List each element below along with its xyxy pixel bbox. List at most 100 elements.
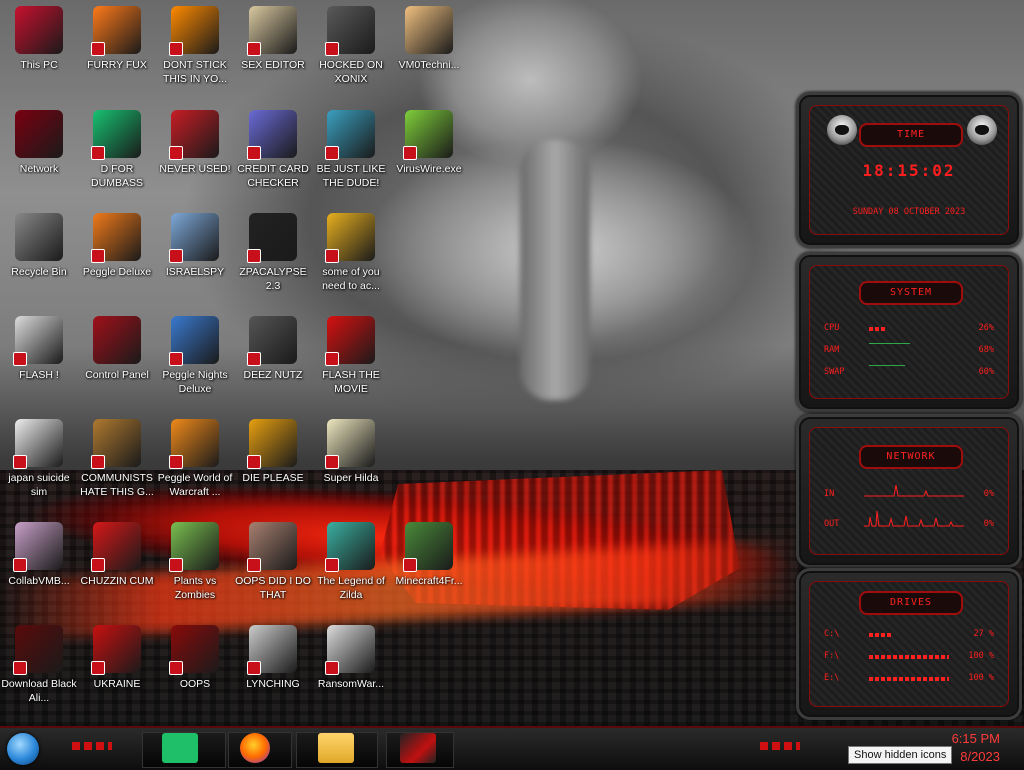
shortcut-badge-icon bbox=[247, 352, 261, 366]
desktop-icon[interactable]: Peggle Deluxe bbox=[78, 207, 156, 307]
desktop-icon[interactable]: CHUZZIN CUM bbox=[78, 516, 156, 616]
taskbar-decoration bbox=[72, 742, 112, 750]
network-in-graph bbox=[864, 484, 964, 497]
radiation-icon bbox=[91, 625, 141, 675]
gadget-network-panel[interactable]: NETWORK IN 0% OUT 0% bbox=[796, 414, 1022, 568]
portrait-icon bbox=[247, 522, 297, 572]
desktop-icon[interactable]: Network bbox=[0, 104, 78, 204]
desktop-icon[interactable]: VirusWire.exe bbox=[390, 104, 468, 204]
desktop-icon[interactable]: SEX EDITOR bbox=[234, 0, 312, 100]
desktop-icon-label: VirusWire.exe bbox=[396, 163, 462, 175]
desktop-icon-label: FLASH ! bbox=[19, 369, 59, 381]
taskbar-decoration bbox=[760, 742, 800, 750]
shortcut-badge-icon bbox=[247, 249, 261, 263]
desktop-icon[interactable]: BE JUST LIKE THE DUDE! bbox=[312, 104, 390, 204]
desktop-icon-label: some of you need to ac... bbox=[322, 266, 380, 292]
system-ram-bar bbox=[869, 343, 910, 344]
skull-icon bbox=[325, 625, 375, 675]
desktop-icon-label: Minecraft4Fr... bbox=[395, 575, 463, 587]
shortcut-badge-icon bbox=[91, 146, 105, 160]
desktop-icon[interactable]: OOPS bbox=[156, 619, 234, 719]
start-button[interactable] bbox=[7, 733, 39, 765]
shortcut-badge-icon bbox=[325, 558, 339, 572]
desktop-icon-label: NEVER USED! bbox=[159, 163, 231, 175]
limewire-icon bbox=[403, 110, 453, 160]
desktop-icon-label: HOCKED ON XONIX bbox=[319, 59, 383, 85]
desktop-icon[interactable]: COMMUNISTS HATE THIS G... bbox=[78, 413, 156, 513]
taskbar-file-explorer-icon[interactable] bbox=[318, 733, 354, 763]
minecraft-block-icon bbox=[403, 522, 453, 572]
desktop-icon[interactable]: Super Hilda bbox=[312, 413, 390, 513]
desktop-icon[interactable]: RansomWar... bbox=[312, 619, 390, 719]
shortcut-badge-icon bbox=[325, 146, 339, 160]
shortcut-badge-icon bbox=[247, 146, 261, 160]
computer-icon bbox=[15, 6, 63, 54]
desktop-icon[interactable]: Recycle Bin bbox=[0, 207, 78, 307]
desktop-icon[interactable]: DONT STICK THIS IN YO... bbox=[156, 0, 234, 100]
desktop-icon-label: The Legend of Zilda bbox=[317, 575, 385, 601]
desktop-icon[interactable]: The Legend of Zilda bbox=[312, 516, 390, 616]
desktop-icon[interactable]: NEVER USED! bbox=[156, 104, 234, 204]
alien-head-icon bbox=[967, 115, 997, 145]
network-in-value: 0% bbox=[983, 489, 994, 499]
drive-row-key: F:\ bbox=[824, 651, 840, 661]
shortcut-badge-icon bbox=[91, 249, 105, 263]
shortcut-badge-icon bbox=[247, 661, 261, 675]
taskbar-chat-app-icon[interactable] bbox=[162, 733, 198, 763]
money-bag-icon bbox=[91, 419, 141, 469]
desktop-icon[interactable]: Control Panel bbox=[78, 310, 156, 410]
desktop-icon[interactable]: Peggle World of Warcraft ... bbox=[156, 413, 234, 513]
desktop-icon[interactable]: UKRAINE bbox=[78, 619, 156, 719]
taskbar-control-panel-icon[interactable] bbox=[400, 733, 436, 763]
gadget-time-panel[interactable]: TIME 18:15:02 SUNDAY 08 OCTOBER 2023 bbox=[796, 92, 1022, 248]
network-spy-icon bbox=[169, 213, 219, 263]
firefox-icon bbox=[91, 6, 141, 56]
desktop-icon[interactable]: Minecraft4Fr... bbox=[390, 516, 468, 616]
recycle-bin-icon bbox=[15, 213, 63, 261]
desktop-icon[interactable]: This PC bbox=[0, 0, 78, 100]
desktop-icon[interactable]: ZPACALYPSE 2.3 bbox=[234, 207, 312, 307]
desktop-icon[interactable]: DEEZ NUTZ bbox=[234, 310, 312, 410]
desktop-icon[interactable]: FLASH THE MOVIE bbox=[312, 310, 390, 410]
shortcut-badge-icon bbox=[169, 558, 183, 572]
stacked-windows-icon bbox=[247, 316, 297, 366]
santa-icon bbox=[325, 110, 375, 160]
shortcut-badge-icon bbox=[247, 42, 261, 56]
desktop-icon[interactable]: FURRY FUX bbox=[78, 0, 156, 100]
shortcut-badge-icon bbox=[13, 558, 27, 572]
taskbar-firefox-icon[interactable] bbox=[240, 733, 270, 763]
desktop-icon-label: Network bbox=[19, 163, 59, 175]
shortcut-badge-icon bbox=[13, 352, 27, 366]
desktop-icon-label: CollabVMB... bbox=[8, 575, 70, 587]
desktop-icon[interactable]: HOCKED ON XONIX bbox=[312, 0, 390, 100]
desktop-icon-label: LYNCHING bbox=[246, 678, 300, 690]
desktop-icon[interactable]: CollabVMB... bbox=[0, 516, 78, 616]
desktop-icon-label: CREDIT CARD CHECKER bbox=[237, 163, 309, 189]
pixel-character-icon bbox=[325, 419, 375, 469]
desktop-icon[interactable]: Plants vs Zombies bbox=[156, 516, 234, 616]
desktop-icon[interactable]: Peggle Nights Deluxe bbox=[156, 310, 234, 410]
desktop-icon[interactable]: some of you need to ac... bbox=[312, 207, 390, 307]
shortcut-badge-icon bbox=[91, 42, 105, 56]
drive-row-key: E:\ bbox=[824, 673, 840, 683]
system-row-value: 26% bbox=[978, 323, 994, 333]
xonix-game-icon bbox=[325, 6, 375, 56]
desktop-icon[interactable]: FLASH ! bbox=[0, 310, 78, 410]
desktop-icon-label: UKRAINE bbox=[93, 678, 141, 690]
desktop-icon[interactable]: japan suicide sim bbox=[0, 413, 78, 513]
desktop-icon[interactable]: D FOR DUMBASS bbox=[78, 104, 156, 204]
alien-network-icon bbox=[15, 110, 63, 158]
desktop-icon[interactable]: LYNCHING bbox=[234, 619, 312, 719]
desktop-icon[interactable]: OOPS DID I DO THAT bbox=[234, 516, 312, 616]
desktop-icon[interactable]: ISRAELSPY bbox=[156, 207, 234, 307]
desktop-icon[interactable]: VM0Techni... bbox=[390, 0, 468, 100]
desktop-icon[interactable]: Download Black Ali... bbox=[0, 619, 78, 719]
gadget-system-panel[interactable]: SYSTEM CPU 26% RAM 68% SWAP 60% bbox=[796, 252, 1022, 412]
desktop-icon-label: FURRY FUX bbox=[87, 59, 147, 71]
peggle-icon bbox=[91, 213, 141, 263]
desktop-icon[interactable]: DIE PLEASE bbox=[234, 413, 312, 513]
shortcut-badge-icon bbox=[13, 661, 27, 675]
desktop-icon[interactable]: CREDIT CARD CHECKER bbox=[234, 104, 312, 204]
shortcut-badge-icon bbox=[169, 661, 183, 675]
gadget-drives-panel[interactable]: DRIVES C:\ 27 % F:\ 100 % E:\ 100 % bbox=[796, 568, 1022, 720]
